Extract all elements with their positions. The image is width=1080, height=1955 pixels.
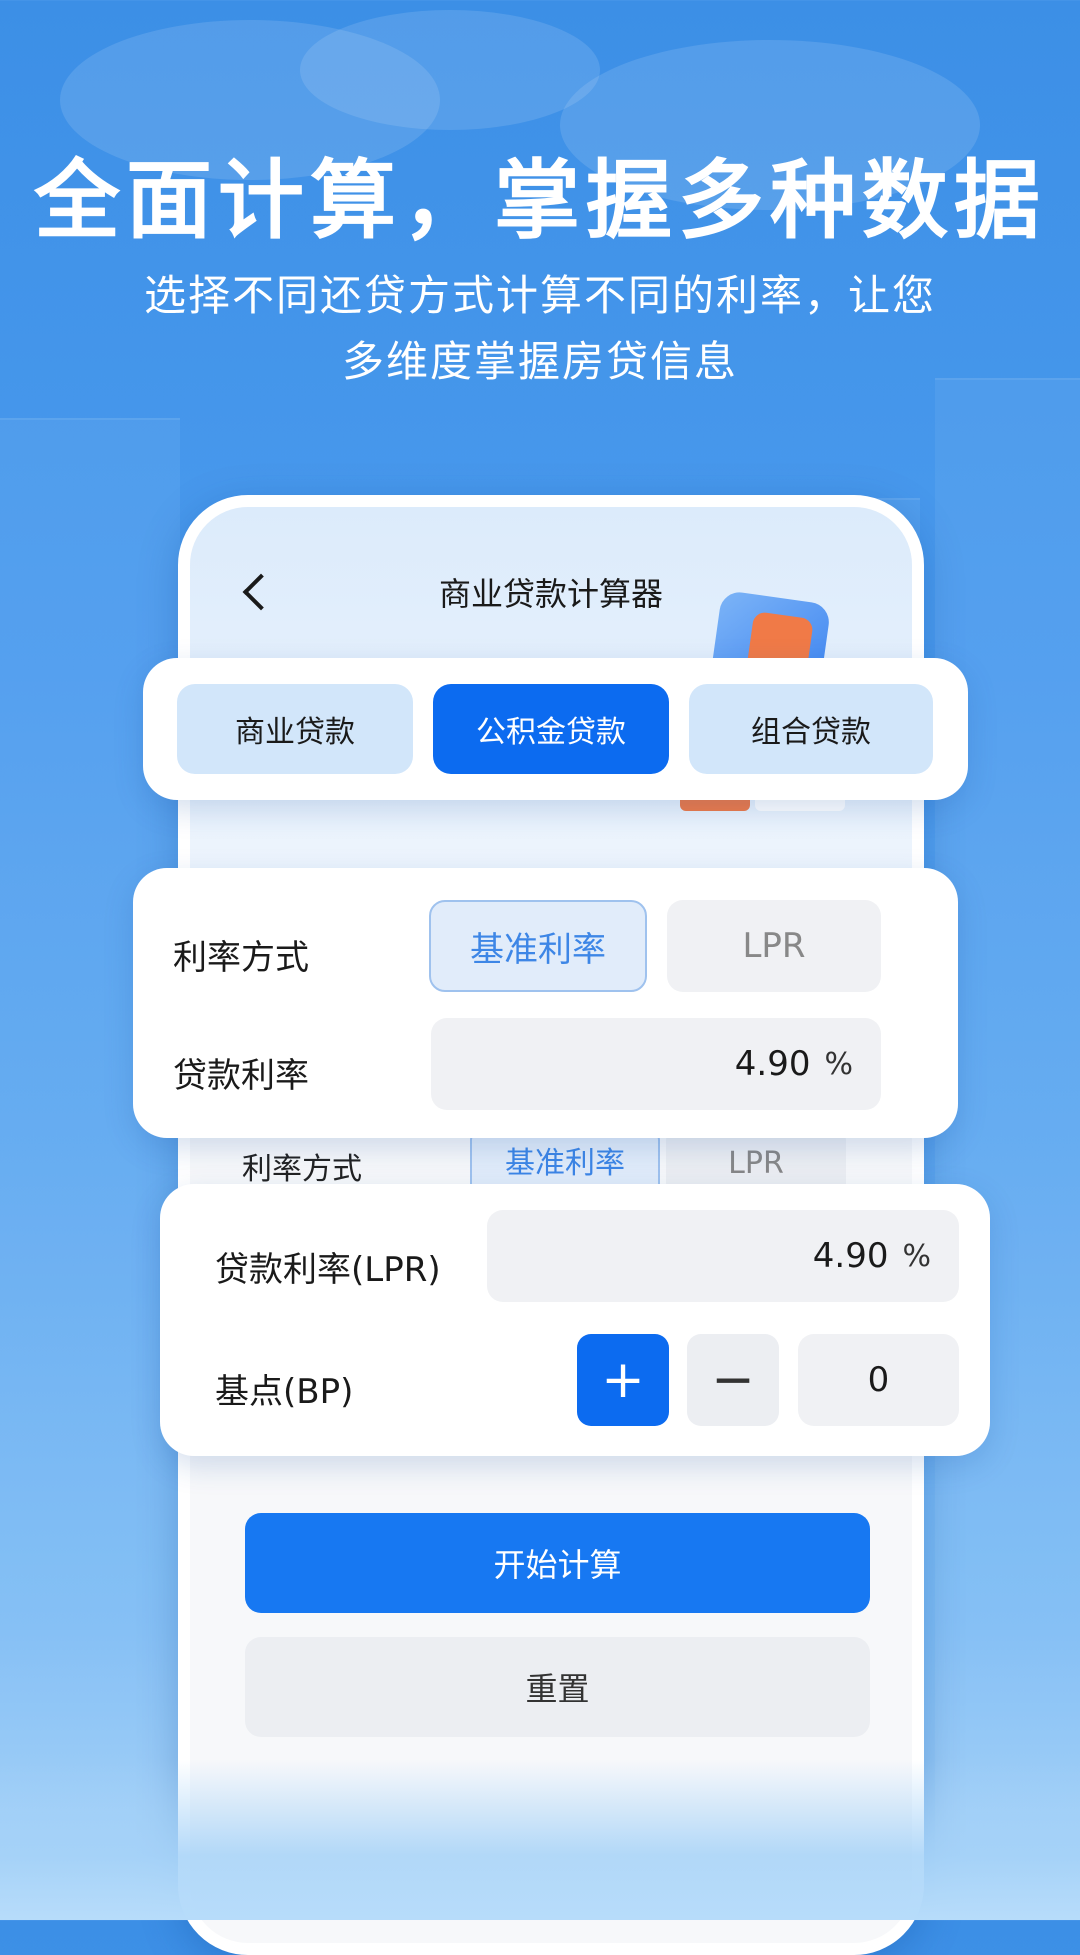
basis-point-value: 0 [867, 1360, 890, 1400]
subline-2: 多维度掌握房贷信息 [341, 337, 738, 386]
lpr-rate-unit: % [902, 1238, 931, 1274]
option-lpr[interactable]: LPR [667, 900, 881, 992]
loan-rate-label: 贷款利率 [173, 1056, 309, 1096]
rate-method-label: 利率方式 [173, 938, 309, 978]
page-title: 商业贷款计算器 [438, 575, 663, 613]
bottom-fade [0, 1760, 1080, 1920]
headline: 全面计算，掌握多种数据 [34, 151, 1046, 251]
reset-button[interactable]: 重置 [245, 1637, 870, 1737]
tab-provident-fund-loan[interactable]: 公积金贷款 [433, 684, 669, 774]
tab-commercial-loan[interactable]: 商业贷款 [177, 684, 413, 774]
ghost-method-label: 利率方式 [242, 1152, 362, 1187]
start-calculation-button[interactable]: 开始计算 [245, 1513, 870, 1613]
minus-icon: − [711, 1350, 755, 1410]
loan-rate-unit: % [824, 1046, 853, 1082]
rate-method-card: 利率方式 基准利率 LPR 贷款利率 4.90 % [133, 868, 958, 1138]
back-arrow-icon[interactable] [242, 573, 280, 611]
loan-rate-value: 4.90 [734, 1044, 811, 1084]
basis-point-label: 基点(BP) [215, 1372, 354, 1412]
decrease-bp-button[interactable]: − [687, 1334, 779, 1426]
loan-type-tabs-card: 商业贷款 公积金贷款 组合贷款 [143, 658, 968, 800]
plus-icon: + [601, 1350, 645, 1410]
tab-combined-loan[interactable]: 组合贷款 [689, 684, 933, 774]
option-benchmark-rate[interactable]: 基准利率 [429, 900, 647, 992]
lpr-rate-label: 贷款利率(LPR) [215, 1250, 441, 1290]
lpr-rate-field[interactable]: 4.90 % [487, 1210, 959, 1302]
basis-point-field[interactable]: 0 [798, 1334, 959, 1426]
lpr-rate-card: 贷款利率(LPR) 4.90 % 基点(BP) + − 0 [160, 1184, 990, 1456]
increase-bp-button[interactable]: + [577, 1334, 669, 1426]
loan-rate-field[interactable]: 4.90 % [431, 1018, 881, 1110]
lpr-rate-value: 4.90 [812, 1236, 889, 1276]
subline-1: 选择不同还贷方式计算不同的利率，让您 [143, 271, 936, 320]
